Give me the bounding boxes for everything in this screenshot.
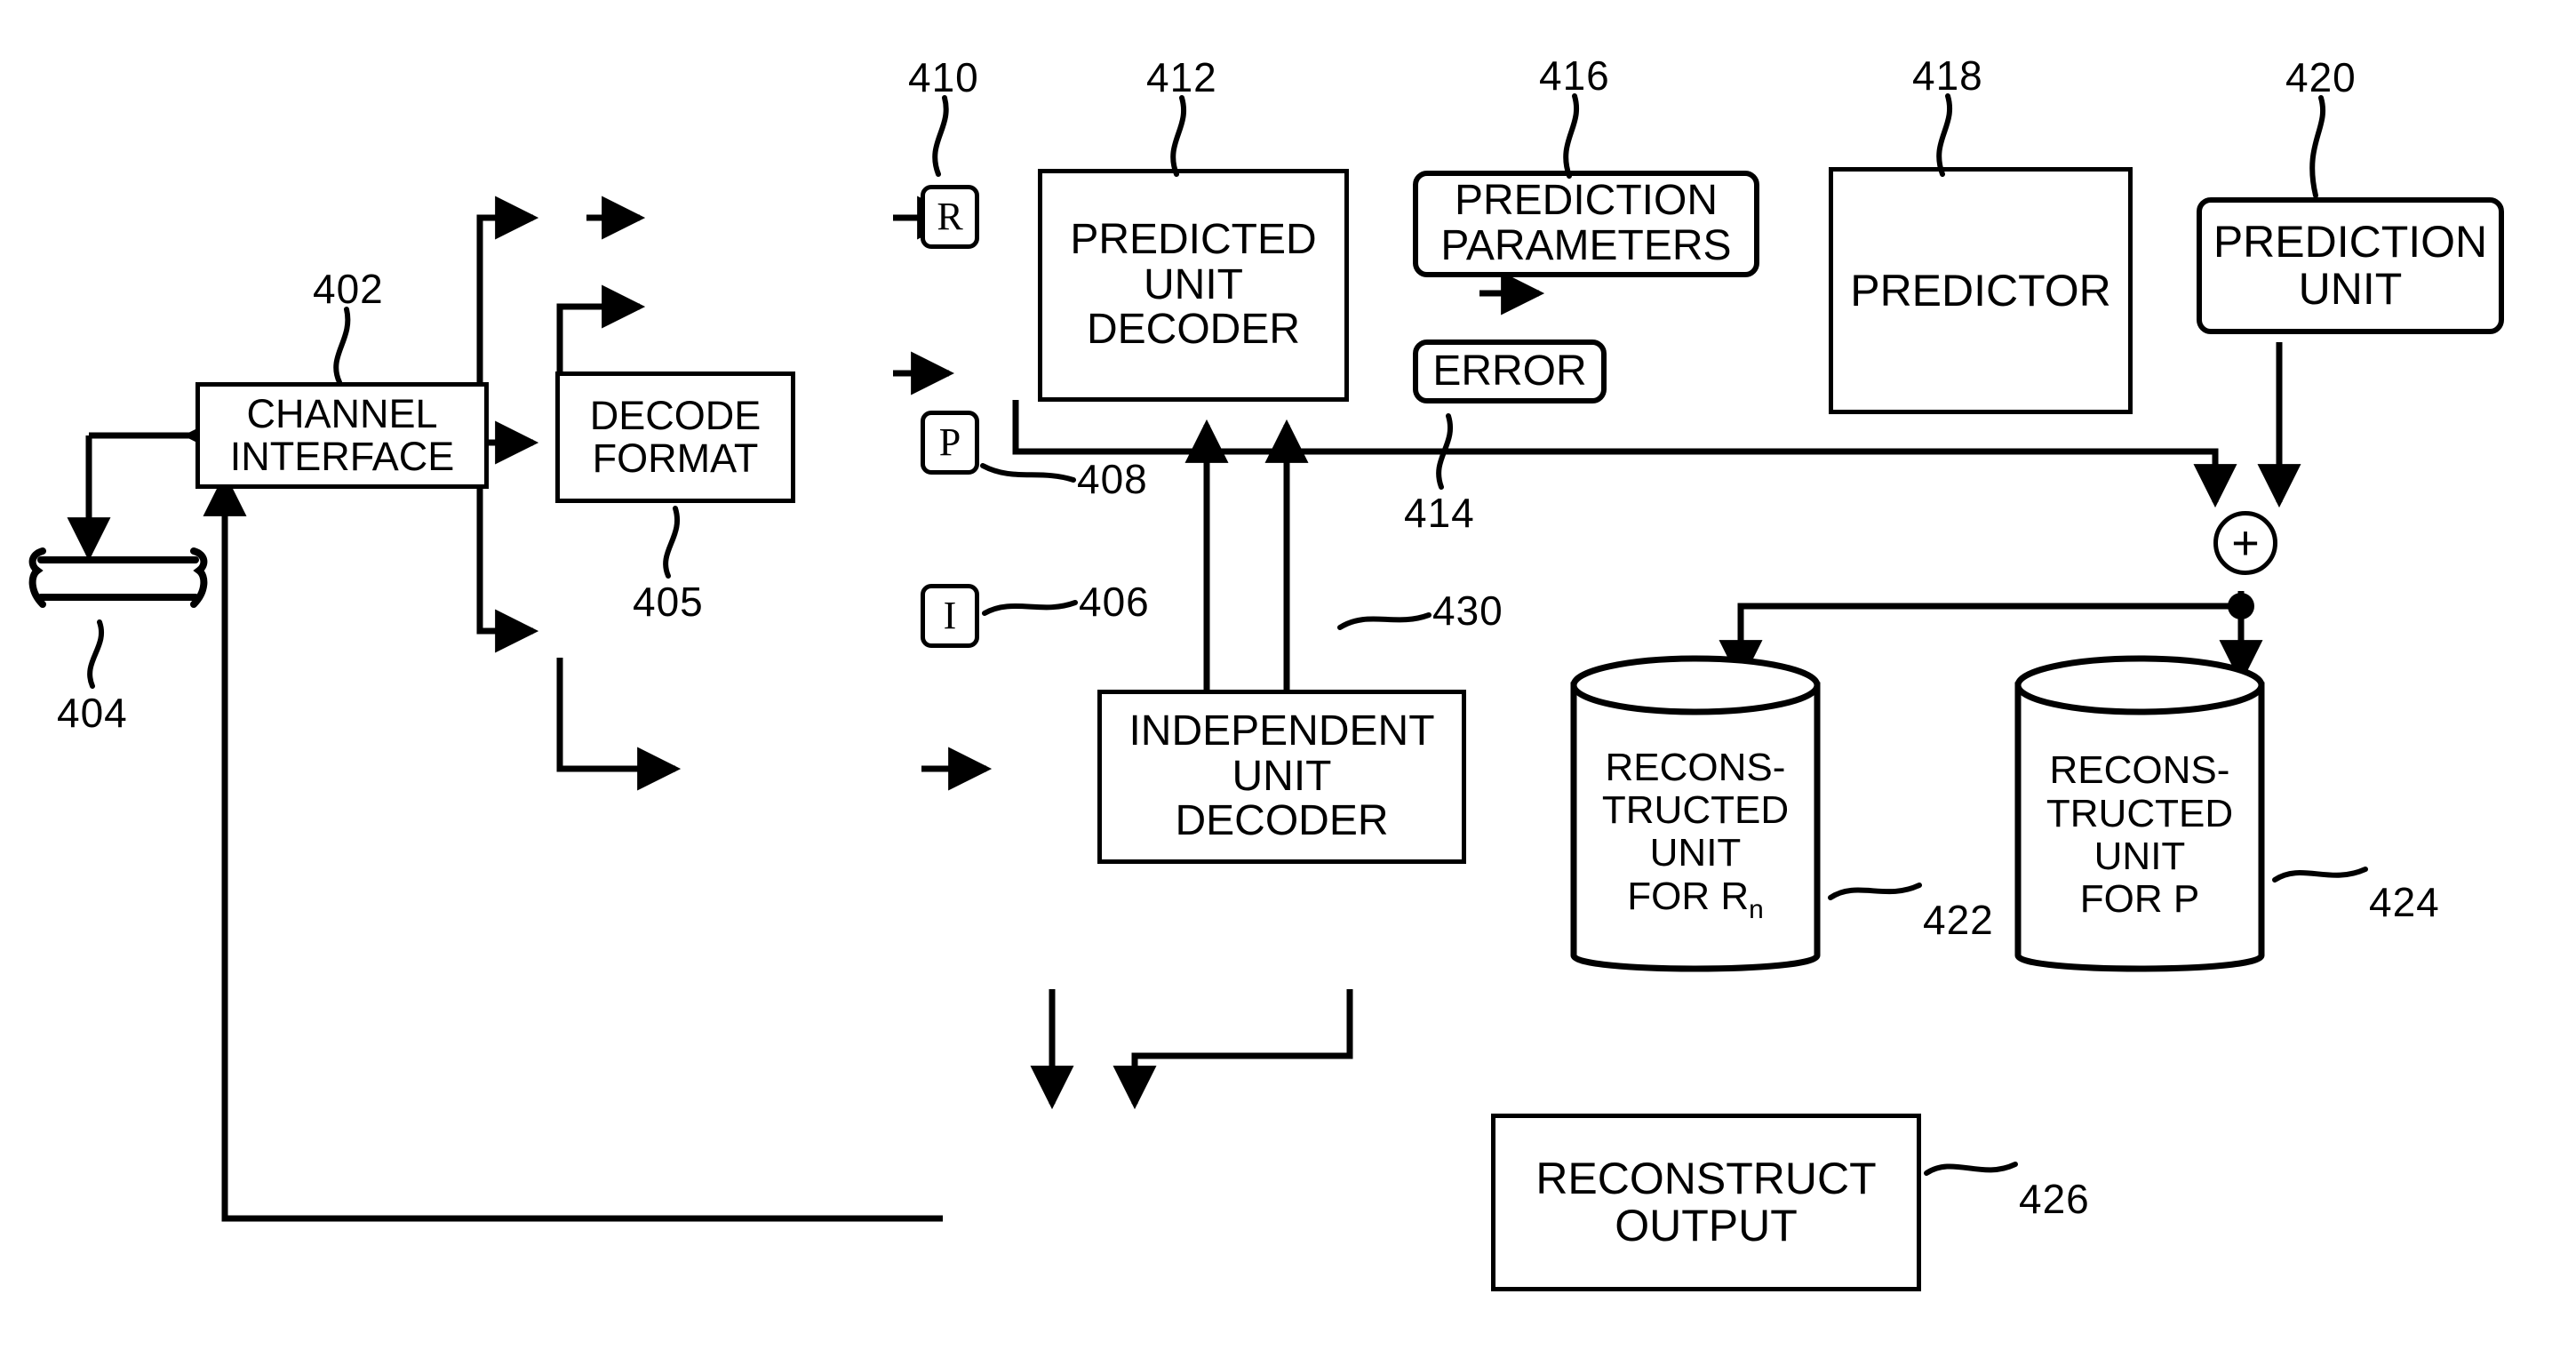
ref-430: 430 <box>1432 587 1503 634</box>
leader-422 <box>1828 883 1922 900</box>
leader-414 <box>1436 413 1453 490</box>
leader-418 <box>1936 93 1952 177</box>
ref-404: 404 <box>57 690 128 736</box>
ref-402: 402 <box>313 266 384 312</box>
ref-422: 422 <box>1923 897 1994 943</box>
ref-414: 414 <box>1404 490 1475 536</box>
leader-420 <box>2309 95 2326 198</box>
leader-406 <box>982 600 1078 616</box>
leader-410 <box>932 95 949 177</box>
ref-408: 408 <box>1077 456 1148 502</box>
ref-418: 418 <box>1912 52 1983 99</box>
ref-420: 420 <box>2285 54 2357 100</box>
leader-416 <box>1563 93 1579 179</box>
ref-410: 410 <box>908 54 979 100</box>
figure-canvas: CHANNEL INTERFACE DECODE FORMAT R P I PR… <box>0 0 2576 1366</box>
leader-405 <box>663 506 680 579</box>
leader-404 <box>87 619 104 689</box>
leader-430 <box>1337 612 1432 630</box>
leader-412 <box>1170 95 1186 177</box>
ref-416: 416 <box>1539 52 1610 99</box>
ref-424: 424 <box>2369 879 2440 925</box>
ref-405: 405 <box>633 579 704 625</box>
ref-412: 412 <box>1146 54 1217 100</box>
leader-402 <box>333 307 351 385</box>
leader-408 <box>980 463 1076 483</box>
ref-426: 426 <box>2019 1176 2090 1222</box>
leader-426 <box>1924 1162 2018 1176</box>
leader-424 <box>2272 867 2368 883</box>
ref-406: 406 <box>1079 579 1150 625</box>
leader-line-layer <box>87 93 2368 1176</box>
